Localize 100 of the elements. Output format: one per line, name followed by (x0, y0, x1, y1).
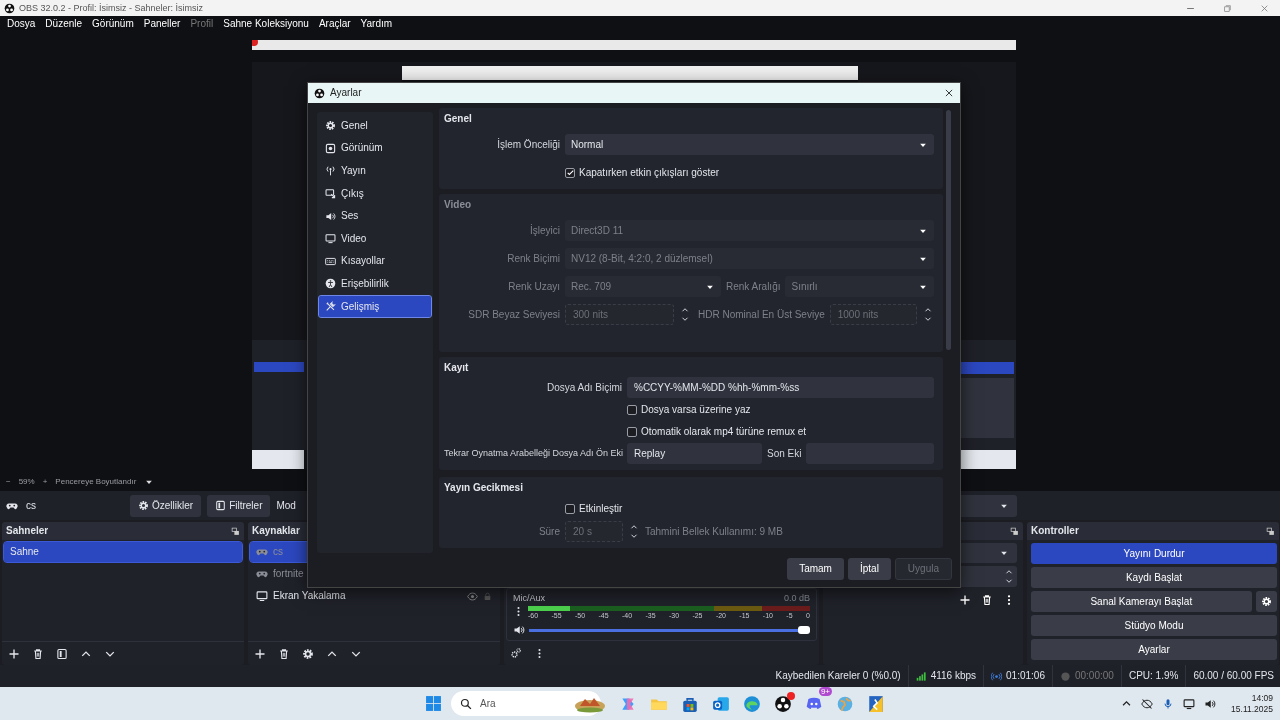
search-field[interactable]: Ara (451, 691, 601, 716)
section-title: Genel (444, 113, 473, 125)
record-app-icon[interactable] (774, 694, 792, 713)
settings-nav-item[interactable]: Çıkış (319, 182, 431, 205)
settings-nav-item[interactable]: Görünüm (319, 137, 431, 160)
field-label: Son Eki (767, 447, 802, 460)
zoom-out-button[interactable]: − (6, 477, 11, 487)
filter-icon (215, 500, 227, 511)
tools-icon (325, 301, 336, 313)
section-title: Video (444, 199, 473, 211)
field-label: HDR Nominal En Üst Seviye (698, 308, 825, 321)
settings-nav-item[interactable]: Gelişmiş (319, 295, 431, 318)
notification-badge: 9+ (818, 686, 832, 696)
dialog-title: Ayarlar (330, 87, 363, 99)
control-button[interactable]: Sanal Kamerayı Başlat (1031, 591, 1252, 612)
output-icon (325, 188, 336, 200)
control-button[interactable]: Ayarlar (1031, 639, 1277, 660)
checkbox[interactable]: Kapatırken etkin çıkışları göster (565, 166, 720, 179)
settings-nav-item[interactable]: Ses (319, 205, 431, 227)
field-label: SDR Beyaz Seviyesi (467, 308, 560, 321)
network-icon[interactable] (1183, 697, 1196, 710)
field-label: İşlem Önceliği (496, 138, 560, 151)
text-field[interactable]: Replay (627, 443, 762, 464)
trash-icon[interactable] (278, 647, 290, 660)
volume-reading: 0.0 dB (783, 592, 810, 604)
undock-icon[interactable] (1266, 526, 1275, 536)
trash-icon[interactable] (32, 647, 44, 660)
dialog-button[interactable]: İptal (847, 558, 891, 580)
menu-item[interactable]: Dosya (2, 18, 41, 30)
dialog-button[interactable]: Tamam (787, 558, 844, 580)
scene-item[interactable]: Sahne (4, 542, 242, 562)
field-label: Renk Aralığı (726, 280, 781, 293)
settings-button[interactable] (1255, 591, 1277, 612)
field-label: Renk Uzayı (507, 280, 560, 293)
microphone-icon[interactable] (1162, 697, 1175, 710)
browser-icon[interactable] (743, 694, 761, 713)
checkbox[interactable]: Otomatik olarak mp4 türüne remux et (627, 425, 807, 438)
bitrate: 4116 kbps (930, 670, 977, 682)
signal-bars-icon (915, 670, 927, 682)
eye-icon[interactable] (467, 590, 478, 602)
accessibility-icon (325, 278, 336, 290)
add-icon[interactable] (254, 647, 266, 660)
keyboard-icon (325, 255, 336, 267)
field-label: Renk Biçimi (506, 252, 560, 265)
record-time: 00:00:00 (1074, 670, 1114, 682)
settings-nav-item[interactable]: Yayın (319, 160, 431, 182)
start-icon[interactable] (425, 695, 442, 712)
speaker-icon (325, 210, 336, 222)
source-item[interactable]: Ekran Yakalama (250, 586, 498, 606)
zoom-level: 59% (18, 477, 35, 487)
checkbox[interactable]: Dosya varsa üzerine yaz (627, 403, 751, 416)
speaker-icon[interactable] (513, 624, 525, 637)
undock-icon[interactable] (1010, 526, 1019, 536)
gamepad-icon (256, 546, 268, 558)
dropdown[interactable]: Normal (565, 134, 934, 155)
mail-icon[interactable] (712, 694, 730, 713)
app-logo-icon (314, 87, 325, 99)
settings-nav-item[interactable]: Erişebilirlik (319, 273, 431, 295)
menu-item[interactable]: Yardım (355, 18, 398, 30)
control-button[interactable]: Kaydı Başlat (1031, 567, 1277, 588)
control-button[interactable]: Stüdyo Modu (1031, 615, 1277, 636)
menu-item[interactable]: Araçlar (313, 18, 356, 30)
clock[interactable]: 14:09 15.11.2025 (1231, 693, 1273, 714)
menu-item[interactable]: Düzenle (40, 18, 88, 30)
checkbox[interactable]: Etkinleştir (565, 502, 623, 515)
gear-icon (325, 120, 336, 132)
menu-item[interactable]: Görünüm (87, 18, 139, 30)
menu-item[interactable]: Sahne Koleksiyonu (218, 18, 314, 30)
field-label: Dosya Adı Biçimi (545, 381, 622, 394)
close-icon[interactable] (944, 88, 954, 98)
field-label: İşleyici (529, 224, 560, 237)
gear-icon[interactable] (302, 647, 314, 660)
slider-handle[interactable] (798, 625, 810, 634)
broadcast-icon (991, 670, 1003, 682)
zoom-in-button[interactable]: + (42, 477, 48, 487)
filter-icon[interactable] (56, 647, 68, 660)
antenna-icon (325, 165, 336, 177)
volume-slider[interactable] (529, 628, 810, 632)
text-field[interactable]: %CCYY-%MM-%DD %hh-%mm-%ss (627, 377, 934, 398)
add-icon[interactable] (8, 647, 20, 660)
fps: 60.00 / 60.00 FPS (1193, 670, 1274, 682)
filters-button[interactable]: Filtreler (207, 494, 271, 517)
menu-item[interactable]: Paneller (138, 18, 186, 30)
control-button[interactable]: Yayını Durdur (1031, 543, 1277, 564)
show-hidden-icon[interactable] (1121, 698, 1133, 709)
monitor-icon (256, 590, 268, 602)
gear-icon (138, 500, 149, 511)
fit-window-button[interactable]: Pencereye Boyutlandır (55, 477, 137, 487)
monitor-icon (325, 233, 336, 245)
eye-off-icon[interactable] (1141, 697, 1154, 710)
volume-icon[interactable] (1204, 697, 1217, 710)
properties-button[interactable]: Özellikler (130, 494, 202, 517)
undock-icon[interactable] (231, 526, 240, 536)
panel-title: Kontroller (1031, 525, 1079, 537)
runner-icon[interactable] (867, 694, 885, 713)
settings-nav-item[interactable]: Video (319, 227, 431, 250)
settings-nav-item[interactable]: Genel (319, 115, 431, 137)
settings-icon[interactable] (510, 647, 522, 660)
section-title: Yayın Gecikmesi (444, 482, 524, 494)
settings-nav-item[interactable]: Kısayollar (319, 250, 431, 273)
